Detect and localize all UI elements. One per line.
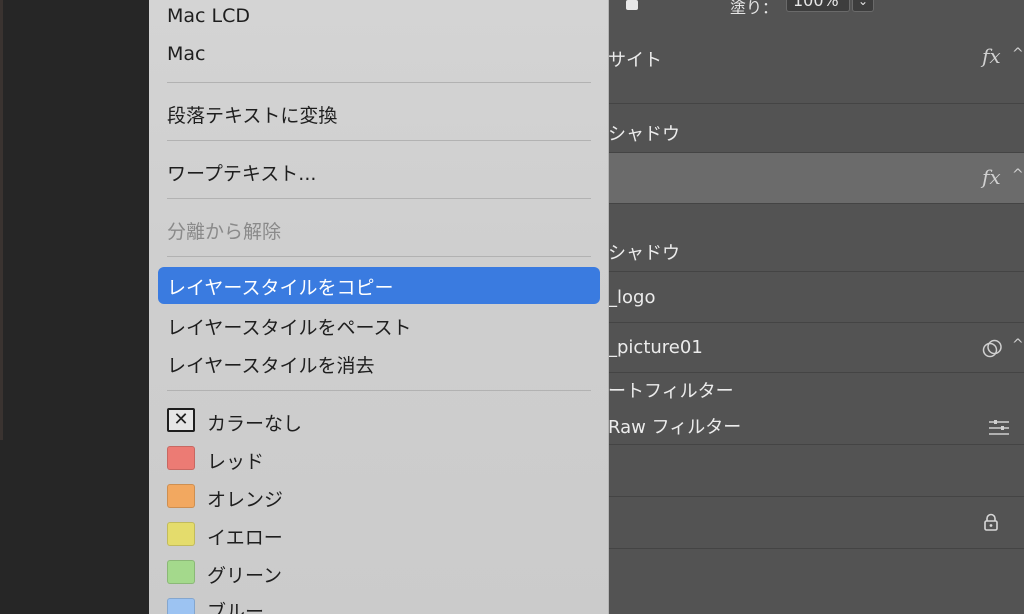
menu-item-label: レイヤースタイルをコピー [167,277,394,299]
menu-item-mac-lcd[interactable]: Mac LCD [167,5,250,27]
filter-row[interactable]: Raw フィルター [590,405,1024,445]
red-swatch-icon [167,446,195,470]
blue-swatch-icon [167,598,195,614]
menu-separator [167,256,591,257]
layer-name: シャドウ [608,243,680,264]
chevron-down-icon[interactable]: ⌄ [852,0,874,12]
chevron-up-icon[interactable]: ^ [1012,46,1024,62]
layer-row[interactable]: _logo [590,272,1024,323]
fx-icon[interactable]: fx [982,165,1001,189]
filter-row[interactable]: ートフィルター [590,373,1024,405]
canvas-area [0,0,149,614]
menu-separator [167,198,591,199]
green-swatch-icon [167,560,195,584]
canvas-edge [0,0,3,440]
fill-input[interactable]: 100% [786,0,850,12]
color-label: ブルー [207,601,265,614]
color-label: イエロー [207,527,283,549]
color-label: カラーなし [207,413,303,435]
layer-row[interactable]: シャドウ [590,104,1024,153]
chevron-up-icon[interactable]: ^ [1012,167,1024,183]
chevron-up-icon[interactable]: ^ [1012,337,1024,353]
menu-separator [167,390,591,391]
layer-row[interactable]: _picture01 ^ [590,323,1024,373]
menu-item-paste-layer-style[interactable]: レイヤースタイルをペースト [167,313,412,340]
color-label: オレンジ [207,489,284,511]
menu-item-mac[interactable]: Mac [167,43,205,65]
menu-item-warp-text[interactable]: ワープテキスト... [167,159,316,186]
layer-name: _logo [608,287,656,308]
orange-swatch-icon [167,484,195,508]
filter-name: Raw フィルター [608,417,742,438]
layer-row[interactable]: シャドウ [590,204,1024,272]
menu-item-clear-layer-style[interactable]: レイヤースタイルを消去 [167,351,374,378]
fill-bar: 塗り： 100% ⌄ [590,0,1024,24]
context-menu: Mac LCD Mac 段落テキストに変換 ワープテキスト... 分離から解除 … [149,0,609,614]
lock-icon [984,513,998,531]
menu-separator [167,82,591,83]
menu-separator [167,140,591,141]
layer-row[interactable]: サイト fx ^ [590,24,1024,104]
color-label: グリーン [207,565,283,587]
filter-name: ートフィルター [608,381,734,402]
menu-item-copy-layer-style[interactable]: レイヤースタイルをコピー [158,267,600,304]
layer-name: _picture01 [608,337,703,358]
no-color-icon: ✕ [167,408,195,432]
layer-row[interactable] [590,445,1024,497]
fx-icon[interactable]: fx [982,44,1001,68]
yellow-swatch-icon [167,522,195,546]
clipping-mask-icon [982,339,1002,358]
layer-row-selected[interactable]: fx ^ [590,153,1024,204]
layer-name: シャドウ [608,124,680,145]
lock-all-icon[interactable] [626,0,638,10]
color-label: レッド [207,451,265,473]
menu-item-convert-paragraph[interactable]: 段落テキストに変換 [167,101,337,128]
layer-row[interactable] [590,497,1024,549]
fill-label: 塗り： [730,0,779,17]
menu-item-release-isolation: 分離から解除 [167,221,282,243]
layers-panel: 塗り： 100% ⌄ サイト fx ^ シャドウ fx ^ シャドウ _logo… [590,0,1024,614]
layer-name: サイト [608,50,662,71]
filter-options-icon[interactable] [988,419,1010,437]
